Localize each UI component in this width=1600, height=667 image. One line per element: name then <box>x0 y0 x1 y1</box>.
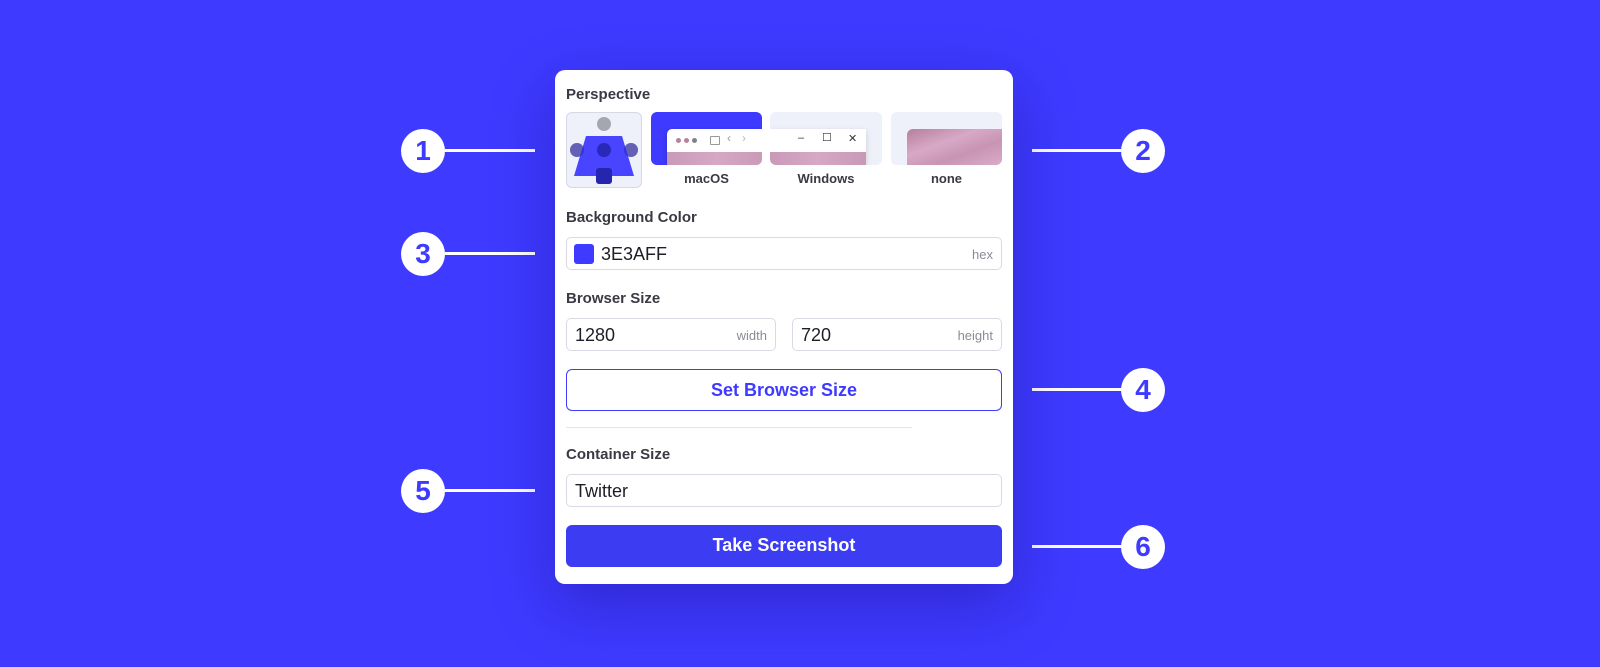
screenshot-settings-panel: Perspective ‹ › macOS – ☐ ✕ Windows none… <box>555 70 1013 584</box>
minimize-icon: – <box>798 132 805 144</box>
perspective-option-macos[interactable]: ‹ › <box>651 112 762 165</box>
perspective-label-windows: Windows <box>797 171 855 186</box>
callout-5: 5 <box>401 469 445 513</box>
windows-content-preview <box>770 152 866 165</box>
perspective-option-windows[interactable]: – ☐ ✕ <box>770 112 882 165</box>
forward-icon: › <box>742 131 746 145</box>
perspective-label: Perspective <box>566 86 651 103</box>
callout-6: 6 <box>1121 525 1165 569</box>
browser-height-hint: height <box>957 328 993 343</box>
callout-2-line <box>1032 149 1122 152</box>
perspective-label-macos: macOS <box>684 171 729 186</box>
browser-size-label: Browser Size <box>566 290 661 307</box>
sidebar-toggle-icon <box>710 136 720 145</box>
background-color-label: Background Color <box>566 209 697 226</box>
section-divider <box>566 427 912 428</box>
perspective-icon <box>570 117 638 184</box>
background-color-hint: hex <box>972 247 993 262</box>
callout-3-line <box>445 252 535 255</box>
browser-width-value: 1280 <box>575 325 616 345</box>
color-swatch[interactable] <box>574 244 594 264</box>
set-browser-size-button[interactable]: Set Browser Size <box>566 369 1002 411</box>
back-icon: ‹ <box>727 131 731 145</box>
browser-width-hint: width <box>736 328 767 343</box>
mac-content-preview <box>667 152 762 165</box>
container-size-select[interactable]: Twitter <box>566 474 1002 507</box>
callout-1: 1 <box>401 129 445 173</box>
callout-4-line <box>1032 388 1122 391</box>
perspective-label-none: none <box>930 171 963 186</box>
mac-close-dot <box>676 138 681 143</box>
perspective-option-3d[interactable] <box>566 112 642 188</box>
callout-2: 2 <box>1121 129 1165 173</box>
none-content-preview <box>907 129 1002 165</box>
background-color-value: 3E3AFF <box>601 244 668 264</box>
callout-5-line <box>445 489 535 492</box>
take-screenshot-button[interactable]: Take Screenshot <box>566 525 1002 567</box>
perspective-option-none[interactable] <box>891 112 1002 165</box>
callout-1-line <box>445 149 535 152</box>
macos-window-preview: ‹ › <box>667 129 762 165</box>
callout-6-line <box>1032 545 1122 548</box>
close-icon: ✕ <box>848 133 858 145</box>
browser-width-input[interactable]: 1280 width <box>566 318 776 351</box>
mac-maximize-dot <box>692 138 697 143</box>
mac-minimize-dot <box>684 138 689 143</box>
browser-height-input[interactable]: 720 height <box>792 318 1002 351</box>
container-size-value: Twitter <box>575 481 629 501</box>
background-color-input[interactable]: 3E3AFF hex <box>566 237 1002 270</box>
maximize-icon: ☐ <box>822 132 832 144</box>
callout-4: 4 <box>1121 368 1165 412</box>
windows-window-preview: – ☐ ✕ <box>770 129 866 165</box>
callout-3: 3 <box>401 232 445 276</box>
container-size-label: Container Size <box>566 446 671 463</box>
browser-height-value: 720 <box>801 325 832 345</box>
